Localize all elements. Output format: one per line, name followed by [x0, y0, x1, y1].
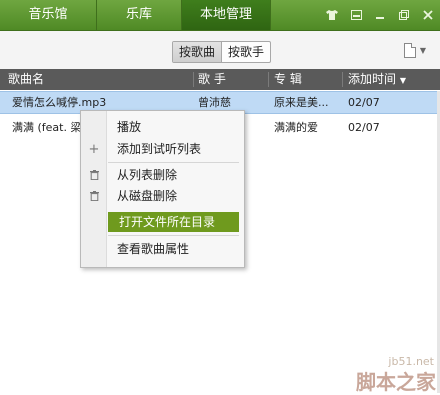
column-divider	[193, 72, 194, 87]
song-name-cell: 满满 (feat. 梁	[12, 121, 82, 134]
tab-music-hall[interactable]: 音乐馆	[0, 0, 97, 30]
list-toolbar: 按歌曲 按歌手 ▼	[0, 31, 440, 70]
tab-music-library[interactable]: 乐库	[97, 0, 182, 30]
menu-item-song-properties[interactable]: 查看歌曲属性	[106, 239, 242, 259]
menu-item-delete-from-disk[interactable]: 从磁盘删除	[106, 186, 242, 206]
watermark-name: 脚本之家	[356, 370, 436, 394]
menu-item-add-to-trial-list[interactable]: 添加到试听列表	[106, 139, 242, 159]
plus-icon: +	[88, 141, 100, 157]
album-cell: 原来是美...	[274, 96, 329, 109]
maximize-icon[interactable]	[392, 0, 416, 30]
column-added-time-label: 添加时间	[348, 72, 397, 86]
column-divider	[342, 72, 343, 87]
view-toggle-group: 按歌曲 按歌手	[172, 41, 272, 63]
column-added-time[interactable]: 添加时间 ▼	[348, 69, 406, 91]
minimize-icon[interactable]	[368, 0, 392, 30]
trash-icon	[89, 186, 99, 206]
menu-item-open-file-location[interactable]: 打开文件所在目录	[108, 212, 239, 232]
column-song-name[interactable]: 歌曲名	[8, 69, 44, 90]
trash-icon	[89, 165, 99, 185]
close-icon[interactable]	[416, 0, 440, 30]
album-cell: 满满的爱	[274, 121, 318, 134]
chevron-down-icon: ▼	[419, 46, 426, 55]
added-time-cell: 02/07	[348, 121, 380, 134]
window-controls	[320, 0, 440, 30]
file-icon	[403, 43, 416, 58]
context-menu: 播放 + 添加到试听列表 从列表删除 从磁盘删除 打开文件所在目录 查看歌曲属性	[80, 110, 245, 268]
by-song-button[interactable]: 按歌曲	[173, 42, 222, 62]
column-header: 歌曲名 歌 手 专 辑 添加时间 ▼	[0, 69, 440, 90]
top-navigation-bar: 音乐馆 乐库 本地管理	[0, 0, 440, 31]
column-divider	[268, 72, 269, 87]
shirt-icon[interactable]	[320, 0, 344, 30]
column-album[interactable]: 专 辑	[274, 69, 302, 90]
menu-item-remove-from-list[interactable]: 从列表删除	[106, 165, 242, 185]
file-menu-button[interactable]: ▼	[403, 43, 426, 58]
menu-separator	[108, 235, 239, 236]
tab-local-management[interactable]: 本地管理	[182, 0, 271, 30]
sort-desc-icon: ▼	[399, 76, 406, 85]
column-artist[interactable]: 歌 手	[198, 69, 226, 90]
menu-item-play[interactable]: 播放	[106, 117, 242, 137]
mini-mode-icon[interactable]	[344, 0, 368, 30]
menu-separator	[108, 162, 239, 163]
added-time-cell: 02/07	[348, 96, 380, 109]
by-artist-button[interactable]: 按歌手	[222, 42, 270, 62]
